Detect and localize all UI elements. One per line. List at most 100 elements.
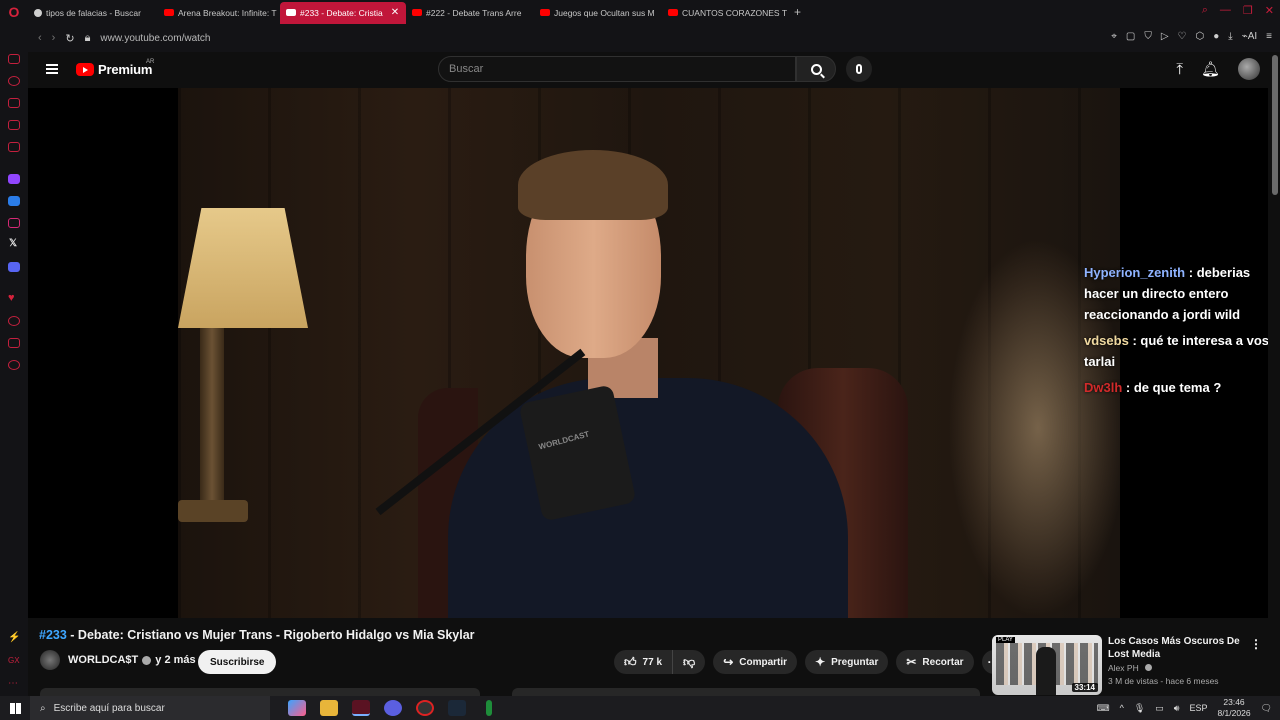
maximize-icon[interactable]: ❐	[1243, 4, 1253, 17]
recommended-meta: 3 M de vistas - hace 6 meses	[1108, 676, 1219, 686]
instagram-icon[interactable]	[8, 218, 20, 228]
forward-icon[interactable]: ›	[52, 32, 56, 44]
volume-icon[interactable]: 🔊︎	[1174, 703, 1180, 714]
like-button[interactable]: 👍︎ 77 k	[614, 650, 674, 674]
music-icon[interactable]	[8, 142, 20, 152]
new-tab-icon[interactable]: +	[794, 5, 801, 19]
tab-4[interactable]: #222 - Debate Trans Arre	[406, 2, 534, 24]
url-field[interactable]: www.youtube.com/watch	[100, 33, 210, 44]
notifications-bell-icon[interactable]: 🔔︎	[1201, 60, 1220, 78]
hashtag-link[interactable]: #233	[39, 628, 67, 642]
chat-user: vdsebs	[1084, 333, 1129, 348]
network-icon[interactable]: ▭	[1155, 703, 1164, 714]
player-icon[interactable]: ▷	[1161, 31, 1169, 42]
recommended-channel[interactable]: Alex PH	[1108, 663, 1153, 673]
share-button[interactable]: ↪ Compartir	[713, 650, 798, 674]
search-button[interactable]	[796, 56, 836, 82]
ai-icon[interactable]: ⌁AI	[1242, 31, 1257, 42]
tab-1[interactable]: tipos de falacias - Buscar	[28, 2, 158, 24]
avatar[interactable]	[1238, 58, 1260, 80]
profile-icon[interactable]: ●	[1213, 31, 1219, 42]
video-player[interactable]: WORLDCAST Hyperion_zenith : deberias hac…	[28, 88, 1268, 618]
voice-search-button[interactable]	[846, 56, 872, 82]
hamburger-menu-icon[interactable]	[46, 64, 58, 74]
close-tab-icon[interactable]: ✕	[391, 7, 399, 18]
taskbar-search[interactable]: ⌕ Escribe aquí para buscar	[30, 696, 270, 720]
windows-start-icon[interactable]	[0, 702, 30, 714]
page-scrollbar[interactable]	[1272, 55, 1278, 195]
chat-message: vdsebs : qué te interesa a vos tarlai	[1084, 330, 1268, 372]
history-icon[interactable]	[8, 76, 20, 86]
gx-icon[interactable]: ⚡	[8, 632, 20, 643]
youtube-favicon-icon	[540, 9, 550, 16]
gx-corner-icon[interactable]: GX	[8, 656, 20, 666]
bookmark-heart-icon[interactable]: ♡	[1178, 31, 1187, 42]
youtube-logo[interactable]: Premium AR	[76, 59, 154, 77]
extensions-icon[interactable]: ⬡	[1195, 31, 1204, 42]
tab-label: Arena Breakout: Infinite: T	[178, 7, 277, 18]
clock[interactable]: 23:46 8/1/2026	[1217, 697, 1250, 719]
clip-button[interactable]: ✂ Recortar	[896, 650, 974, 674]
tab-5[interactable]: Juegos que Ocultan sus M	[534, 2, 662, 24]
channel-avatar[interactable]	[40, 650, 60, 670]
kebab-menu-icon[interactable]: ⋮	[1250, 637, 1262, 651]
tab-2[interactable]: Arena Breakout: Infinite: T	[158, 2, 280, 24]
obs-icon[interactable]	[416, 700, 434, 716]
ask-button[interactable]: ✦ Preguntar	[805, 650, 889, 674]
clock-icon[interactable]	[8, 316, 20, 326]
search-input[interactable]: Buscar	[438, 56, 796, 82]
video-thumbnail[interactable]: PLAY 33:14	[992, 635, 1102, 695]
menu-icon[interactable]: ≡	[1266, 31, 1272, 42]
settings-icon[interactable]	[8, 360, 20, 370]
comments-box[interactable]	[512, 688, 980, 696]
recommended-video[interactable]: PLAY 33:14 Los Casos Más Oscuros De Lost…	[992, 635, 1262, 695]
channel-name[interactable]: WORLDCA$T	[68, 654, 138, 666]
tab-6[interactable]: CUANTOS CORAZONES T	[662, 2, 788, 24]
back-icon[interactable]: ‹	[38, 32, 42, 44]
mic-tray-icon[interactable]: 🎙︎	[1134, 703, 1145, 714]
chevron-up-icon[interactable]: ^	[1120, 703, 1124, 713]
discord-taskbar-icon[interactable]	[384, 700, 402, 716]
copilot-icon[interactable]	[288, 700, 306, 716]
system-tray: ⌨ ^ 🎙︎ ▭ 🔊︎ ESP 23:46 8/1/2026 🗨︎	[1097, 696, 1280, 720]
discord-icon[interactable]	[8, 262, 20, 272]
sparkle-icon: ✦	[815, 655, 826, 669]
upload-icon[interactable]: ⤒	[1176, 61, 1183, 78]
chat-icon[interactable]	[8, 120, 20, 130]
vk-icon[interactable]	[8, 196, 20, 206]
close-window-icon[interactable]: ✕	[1265, 4, 1274, 17]
heart-icon[interactable]: ♥	[8, 292, 20, 304]
x-icon[interactable]: 𝕏	[9, 238, 21, 249]
file-explorer-icon[interactable]	[320, 700, 338, 716]
youtube-favicon-icon	[668, 9, 678, 16]
more-sidebar-icon[interactable]: ⋯	[8, 678, 20, 689]
minimize-icon[interactable]: —	[1220, 4, 1231, 17]
opera-logo-icon[interactable]: O	[0, 0, 28, 24]
dislike-button[interactable]: 👎︎	[673, 650, 706, 674]
cube-icon[interactable]	[8, 338, 20, 348]
thumbs-down-icon: 👎︎	[683, 654, 696, 669]
notification-center-icon[interactable]: 🗨︎	[1261, 703, 1272, 714]
channel-more[interactable]: y 2 más	[155, 654, 195, 666]
tab-3-active[interactable]: #233 - Debate: Cristia ✕	[280, 1, 406, 24]
recommended-title[interactable]: Los Casos Más Oscuros De Lost Media	[1108, 635, 1243, 661]
wallet-icon[interactable]	[8, 98, 20, 108]
subscribe-button[interactable]: Suscribirse	[198, 650, 277, 674]
steam-icon[interactable]	[448, 700, 466, 716]
shield-icon[interactable]: ⛉	[1144, 31, 1152, 42]
language-indicator[interactable]: ESP	[1189, 703, 1207, 713]
description-box[interactable]	[40, 688, 480, 696]
snapshot-icon[interactable]: ▢	[1126, 31, 1135, 42]
messenger-icon[interactable]	[8, 54, 20, 64]
address-actions: ⌖ ▢ ⛉ ▷ ♡ ⬡ ● ⤓ ⌁AI ≡	[1111, 31, 1272, 42]
app-icon[interactable]	[486, 700, 492, 716]
download-icon[interactable]: ⤓	[1228, 31, 1232, 42]
search-tabs-icon[interactable]: ⌕	[1202, 4, 1208, 17]
pin-icon[interactable]: ⌖	[1111, 31, 1117, 42]
chat-user: Dw3lh	[1084, 380, 1123, 395]
keyboard-icon[interactable]: ⌨	[1097, 703, 1110, 714]
reload-icon[interactable]: ↻	[65, 32, 74, 45]
play-tag: PLAY	[996, 637, 1015, 643]
twitch-icon[interactable]	[8, 174, 20, 184]
opera-gx-icon[interactable]	[352, 700, 370, 716]
